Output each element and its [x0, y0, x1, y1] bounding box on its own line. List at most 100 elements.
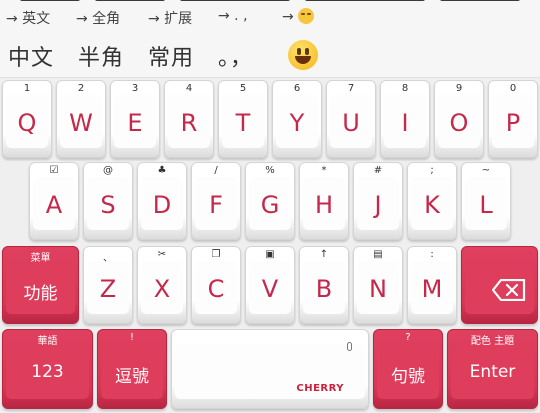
key-symbol: 華語 [37, 336, 58, 347]
key-symbol: ☑ [49, 165, 59, 176]
hint-fullwidth[interactable]: → 全角 [76, 8, 120, 28]
key-symbol: 8 [401, 83, 409, 94]
enter-key[interactable]: 配色 主題 Enter [447, 329, 538, 409]
key-label: 123 [31, 362, 64, 382]
key-label: E [127, 109, 143, 137]
key-o[interactable]: 9O [434, 80, 484, 158]
hint-english[interactable]: → 英文 [6, 8, 50, 28]
key-symbol: 7 [347, 83, 355, 94]
key-q[interactable]: 1Q [2, 80, 52, 158]
key-z[interactable]: 、 Z [83, 246, 133, 324]
candidate-punctuation[interactable]: 。， [218, 40, 253, 72]
key-symbol: 5 [239, 83, 247, 94]
period-key[interactable]: ? 句號 [373, 329, 443, 409]
hint-emoji[interactable]: → [282, 8, 315, 25]
key-label: M [421, 275, 443, 303]
hint-bar: → 英文 → 全角 → 扩展 → . , → [0, 0, 540, 34]
key-symbol: / [214, 165, 218, 176]
candidate-chinese[interactable]: 中文 [8, 40, 54, 72]
key-v[interactable]: ▣ V [245, 246, 295, 324]
key-label: N [369, 275, 387, 303]
key-label: T [235, 109, 251, 137]
key-label: P [505, 109, 521, 137]
candidate-bar: 中文 半角 常用 。， [0, 34, 540, 78]
key-i[interactable]: 8I [380, 80, 430, 158]
key-x[interactable]: ✂ X [137, 246, 187, 324]
key-label: Z [99, 275, 117, 303]
key-label: Enter [469, 362, 516, 382]
key-symbol: # [373, 165, 383, 176]
candidate-halfwidth[interactable]: 半角 [78, 40, 124, 72]
key-label: O [449, 109, 469, 137]
number-mode-key[interactable]: 華語 123 [2, 329, 93, 409]
key-j[interactable]: # J [353, 162, 403, 240]
key-p[interactable]: 0P [488, 80, 538, 158]
candidate-common[interactable]: 常用 [148, 40, 194, 72]
key-b[interactable]: ↑ B [299, 246, 349, 324]
key-label: 句號 [391, 367, 425, 387]
key-symbol: ~ [481, 165, 491, 176]
key-f[interactable]: / F [191, 162, 241, 240]
key-d[interactable]: ♣ D [137, 162, 187, 240]
key-y[interactable]: 6Y [272, 80, 322, 158]
key-symbol: 0 [509, 83, 517, 94]
key-n[interactable]: ▤ N [353, 246, 403, 324]
function-menu-key[interactable]: 菜單 功能 [2, 246, 79, 324]
key-s[interactable]: @ S [83, 162, 133, 240]
key-a[interactable]: ☑ A [29, 162, 79, 240]
key-symbol: 菜單 [30, 253, 51, 264]
key-label: V [261, 275, 279, 303]
key-label: H [314, 191, 334, 219]
truncated-text-row [0, 0, 540, 2]
key-label: R [180, 109, 198, 137]
key-label: L [479, 191, 493, 219]
key-m[interactable]: :M [407, 246, 457, 324]
hint-extend[interactable]: → 扩展 [148, 8, 192, 28]
key-t[interactable]: 5T [218, 80, 268, 158]
key-k[interactable]: ; K [407, 162, 457, 240]
key-symbol: ♣ [157, 165, 167, 176]
hint-emoji-arrow: → [282, 9, 294, 25]
backspace-key[interactable] [461, 246, 538, 324]
key-label: C [207, 275, 225, 303]
comma-key[interactable]: ! 逗號 [97, 329, 167, 409]
key-label: I [401, 109, 409, 137]
key-h[interactable]: * H [299, 162, 349, 240]
key-symbol: @ [103, 165, 113, 176]
key-symbol: ❐ [211, 249, 221, 260]
key-symbol: 6 [293, 83, 301, 94]
microphone-icon [347, 342, 352, 351]
cherry-brand-logo: CHERRY [296, 383, 344, 394]
key-e[interactable]: 3E [110, 80, 160, 158]
key-symbol: : [430, 249, 434, 260]
key-symbol: ? [405, 332, 411, 343]
key-label: K [424, 191, 440, 219]
key-label: Y [289, 109, 305, 137]
key-symbol: ; [430, 165, 434, 176]
key-symbol: ✂ [157, 249, 167, 260]
key-label: B [315, 275, 333, 303]
hint-punctuation[interactable]: → . , [218, 8, 248, 24]
key-l[interactable]: ~ L [461, 162, 511, 240]
key-symbol: 1 [23, 83, 31, 94]
key-c[interactable]: ❐ C [191, 246, 241, 324]
backspace-icon [492, 279, 526, 301]
key-label: X [153, 275, 171, 303]
key-symbol: ▣ [265, 249, 275, 260]
key-symbol: ▤ [373, 249, 383, 260]
key-symbol: ! [129, 332, 134, 343]
key-symbol: % [265, 165, 275, 176]
key-w[interactable]: 2W [56, 80, 106, 158]
key-label: W [69, 109, 93, 137]
key-symbol: * [321, 165, 327, 176]
smiley-face-emoji-icon[interactable] [288, 40, 318, 70]
key-u[interactable]: 7U [326, 80, 376, 158]
key-r[interactable]: 4R [164, 80, 214, 158]
key-g[interactable]: % G [245, 162, 295, 240]
space-key[interactable]: CHERRY [171, 329, 369, 409]
key-label: A [45, 191, 63, 219]
key-label: F [209, 191, 223, 219]
key-symbol: 4 [185, 83, 193, 94]
key-symbol: 、 [103, 253, 113, 264]
key-label: J [374, 191, 382, 219]
